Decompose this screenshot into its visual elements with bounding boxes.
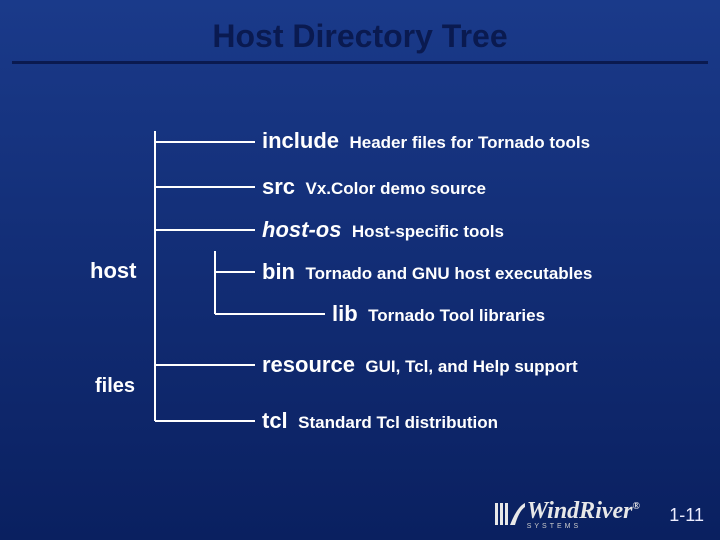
tree-node-tcl: tcl Standard Tcl distribution — [262, 408, 498, 434]
tree-node-include: include Header files for Tornado tools — [262, 128, 590, 154]
dir-desc: Tornado Tool libraries — [368, 306, 545, 325]
windriver-logo: WindRiver® SYSTEMS — [493, 498, 640, 530]
dir-name: host-os — [262, 217, 341, 242]
tree-node-hostos: host-os Host-specific tools — [262, 217, 504, 243]
tree-node-resource: resource GUI, Tcl, and Help support — [262, 352, 578, 378]
dir-desc: Host-specific tools — [352, 222, 504, 241]
dir-desc: Vx.Color demo source — [306, 179, 486, 198]
logo-subtext: SYSTEMS — [527, 523, 581, 530]
dir-desc: Tornado and GNU host executables — [305, 264, 592, 283]
dir-name: bin — [262, 259, 295, 284]
logo-text: WindRiver® — [527, 498, 640, 525]
dir-name: src — [262, 174, 295, 199]
tree-root-host: host — [90, 258, 136, 284]
dir-name: resource — [262, 352, 355, 377]
dir-name: include — [262, 128, 339, 153]
dir-desc: GUI, Tcl, and Help support — [365, 357, 577, 376]
tree-node-src: src Vx.Color demo source — [262, 174, 486, 200]
logo-mark-icon — [493, 499, 527, 529]
dir-desc: Standard Tcl distribution — [298, 413, 498, 432]
page-number: 1-11 — [669, 505, 704, 526]
dir-desc: Header files for Tornado tools — [349, 133, 590, 152]
tree-node-lib: lib Tornado Tool libraries — [332, 301, 545, 327]
dir-name: lib — [332, 301, 358, 326]
dir-name: tcl — [262, 408, 288, 433]
tree-node-bin: bin Tornado and GNU host executables — [262, 259, 592, 285]
tree-root-files: files — [95, 375, 135, 398]
